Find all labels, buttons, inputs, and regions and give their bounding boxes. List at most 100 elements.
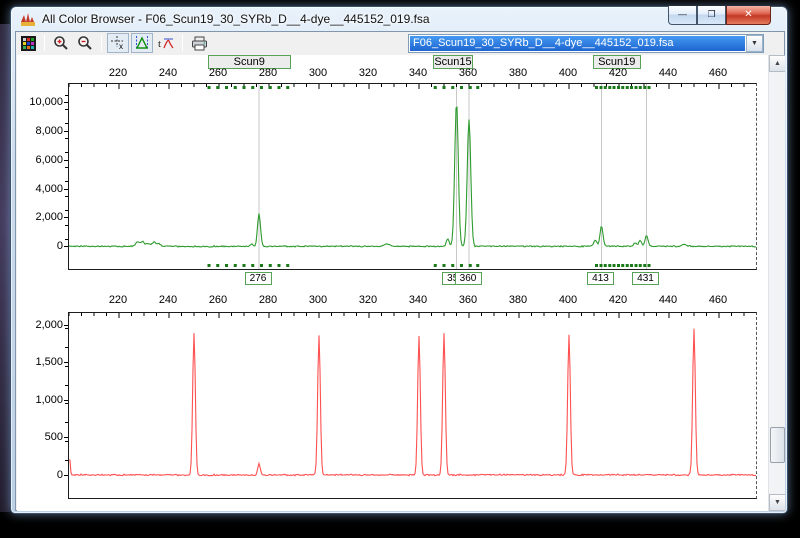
- bin-tick: [608, 86, 611, 89]
- y-axis-label: 0: [17, 469, 63, 481]
- y-axis-label: 2,000: [17, 211, 63, 223]
- bin-tick: [216, 264, 219, 267]
- bin-tick: [626, 264, 629, 267]
- bin-tick: [243, 264, 246, 267]
- bin-tick: [208, 264, 211, 267]
- bin-tick: [639, 86, 642, 89]
- scroll-down-button[interactable]: ▼: [769, 494, 785, 511]
- scroll-up-button[interactable]: ▲: [769, 55, 785, 72]
- bin-tick: [476, 264, 479, 267]
- titlebar[interactable]: All Color Browser - F06_Scun19_30_SYRb_D…: [11, 7, 787, 31]
- x-axis-label: 340: [398, 294, 438, 306]
- bin-tick: [243, 86, 246, 89]
- vertical-scrollbar[interactable]: ▲ ▼: [768, 55, 785, 511]
- bin-tick: [208, 86, 211, 89]
- size-markers-button[interactable]: [131, 33, 153, 53]
- scrollbar-thumb[interactable]: [770, 427, 785, 463]
- color-map-button[interactable]: [17, 33, 39, 53]
- zoom-in-button[interactable]: [50, 33, 72, 53]
- x-axis-label: 400: [548, 67, 588, 79]
- app-icon: [20, 11, 36, 27]
- file-selector-value: F06_Scun19_30_SYRb_D__4-dye__445152_019.…: [410, 36, 745, 51]
- bin-tick: [617, 264, 620, 267]
- bin-tick: [595, 264, 598, 267]
- app-window: All Color Browser - F06_Scun19_30_SYRb_D…: [10, 6, 788, 514]
- bin-tick: [286, 86, 289, 89]
- color-map-icon: [21, 36, 36, 51]
- y-axis-label: 8,000: [17, 125, 63, 137]
- x-axis-label: 280: [248, 67, 288, 79]
- x-axis-label: 260: [198, 67, 238, 79]
- bin-tick: [643, 264, 646, 267]
- window-controls: — ❐ ✕: [668, 6, 771, 25]
- bin-tick: [604, 264, 607, 267]
- desktop: All Color Browser - F06_Scun19_30_SYRb_D…: [0, 0, 800, 538]
- peak-size-label: 360: [455, 272, 482, 285]
- bin-tick: [626, 86, 629, 89]
- bin-tick: [648, 264, 651, 267]
- bin-tick: [608, 264, 611, 267]
- x-axis-label: 460: [698, 67, 738, 79]
- toolbar-separator: [101, 35, 102, 51]
- window-title: All Color Browser - F06_Scun19_30_SYRb_D…: [42, 12, 430, 26]
- bin-tick: [600, 264, 603, 267]
- trace-canvas-red-size-standard: [69, 313, 756, 498]
- y-axis-label: 2,000: [17, 319, 63, 331]
- bin-tick: [635, 86, 638, 89]
- peak-size-label: 431: [632, 272, 659, 285]
- bin-tick: [469, 264, 472, 267]
- toolbar-separator: [44, 35, 45, 51]
- x-axis-label: 260: [198, 294, 238, 306]
- x-axis-label: 320: [348, 294, 388, 306]
- peak-size-label: 413: [587, 272, 614, 285]
- x-axis-label: 240: [148, 67, 188, 79]
- file-selector[interactable]: F06_Scun19_30_SYRb_D__4-dye__445152_019.…: [408, 34, 764, 53]
- maximize-button[interactable]: ❐: [697, 6, 726, 25]
- bin-tick: [234, 264, 237, 267]
- bin-tick: [260, 86, 263, 89]
- peak-sizing-icon: t: [158, 35, 174, 51]
- bin-tick: [613, 86, 616, 89]
- bin-tick: [460, 264, 463, 267]
- bin-tick: [600, 86, 603, 89]
- peak-sizing-button[interactable]: t: [155, 33, 177, 53]
- crosshair-x-icon: x: [110, 35, 126, 51]
- print-button[interactable]: [188, 33, 210, 53]
- x-axis-label: 420: [598, 294, 638, 306]
- close-button[interactable]: ✕: [726, 6, 771, 25]
- bin-tick: [443, 264, 446, 267]
- plot-area-green-electropherogram[interactable]: [68, 83, 757, 270]
- bin-tick: [225, 86, 228, 89]
- bin-tick: [269, 264, 272, 267]
- crosshair-x-button[interactable]: x: [107, 33, 129, 53]
- chevron-down-icon[interactable]: ▼: [746, 35, 763, 52]
- bin-tick: [278, 86, 281, 89]
- plot-area-red-size-standard[interactable]: [68, 312, 757, 499]
- trace-red-size-standard: [69, 329, 756, 476]
- x-axis-label: 220: [98, 67, 138, 79]
- minimize-button[interactable]: —: [668, 6, 697, 25]
- bin-tick: [469, 86, 472, 89]
- bin-tick: [260, 264, 263, 267]
- bin-tick: [604, 86, 607, 89]
- zoom-out-icon: [77, 35, 93, 51]
- bin-tick: [648, 86, 651, 89]
- desktop-wallpaper: [0, 24, 10, 512]
- zoom-out-button[interactable]: [74, 33, 96, 53]
- x-axis-label: 300: [298, 294, 338, 306]
- bin-tick: [613, 264, 616, 267]
- y-axis-label: 6,000: [17, 154, 63, 166]
- bin-tick: [643, 86, 646, 89]
- bin-tick: [216, 86, 219, 89]
- x-axis-label: 460: [698, 294, 738, 306]
- svg-text:t: t: [158, 38, 161, 50]
- browser-content: ▲ ▼ Scun9Scun15Scun192202402602803003203…: [17, 55, 785, 511]
- trace-canvas-green-electropherogram: [69, 84, 756, 269]
- zoom-in-icon: [53, 35, 69, 51]
- bin-tick: [443, 86, 446, 89]
- bin-tick: [451, 86, 454, 89]
- bin-tick: [251, 86, 254, 89]
- x-axis-label: 380: [498, 67, 538, 79]
- y-axis-label: 4,000: [17, 183, 63, 195]
- x-axis-label: 320: [348, 67, 388, 79]
